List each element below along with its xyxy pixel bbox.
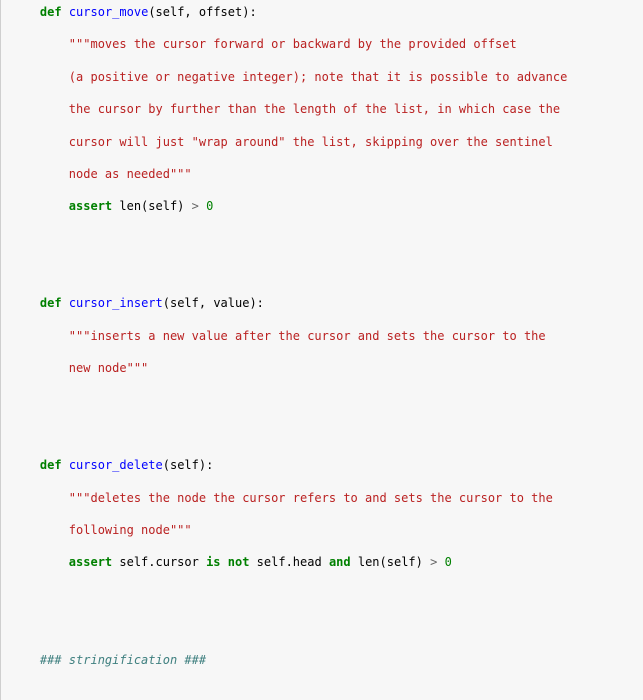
docstring: the cursor by further than the length of… — [69, 102, 560, 116]
section-comment: ### stringification ### — [40, 653, 206, 667]
docstring: """moves the cursor forward or backward … — [69, 37, 517, 51]
docstring: """deletes the node the cursor refers to… — [69, 491, 553, 505]
params: (self, offset): — [148, 5, 256, 19]
keyword-is: is — [206, 555, 220, 569]
keyword-def: def — [40, 5, 62, 19]
docstring: """inserts a new value after the cursor … — [69, 329, 546, 343]
keyword-assert: assert — [69, 555, 112, 569]
expr: self.cursor — [112, 555, 206, 569]
number: 0 — [199, 199, 213, 213]
docstring: (a positive or negative integer); note t… — [69, 70, 568, 84]
keyword-def: def — [40, 296, 62, 310]
params: (self, value): — [163, 296, 264, 310]
docstring: node as needed""" — [69, 167, 192, 181]
number: 0 — [437, 555, 451, 569]
docstring: following node""" — [69, 523, 192, 537]
keyword-assert: assert — [69, 199, 112, 213]
keyword-and: and — [329, 555, 351, 569]
expr: len(self) — [351, 555, 430, 569]
expr: self.head — [249, 555, 328, 569]
keyword-not: not — [228, 555, 250, 569]
docstring: cursor will just "wrap around" the list,… — [69, 135, 553, 149]
func-name: cursor_move — [69, 5, 148, 19]
params: (self): — [163, 458, 214, 472]
func-name: cursor_delete — [69, 458, 163, 472]
expr: len(self) — [112, 199, 191, 213]
code-viewport: def cursor_move(self, offset): """moves … — [0, 0, 643, 700]
func-name: cursor_insert — [69, 296, 163, 310]
space — [221, 555, 228, 569]
op: > — [192, 199, 199, 213]
code-block: def cursor_move(self, offset): """moves … — [1, 4, 643, 700]
docstring: new node""" — [69, 361, 148, 375]
keyword-def: def — [40, 458, 62, 472]
